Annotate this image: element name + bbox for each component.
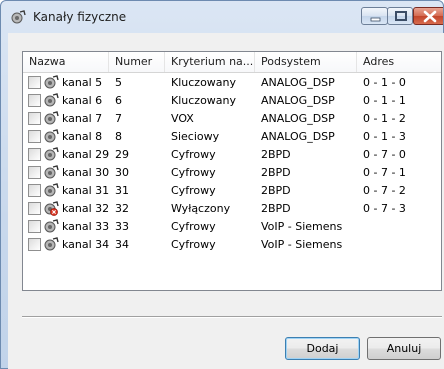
row-checkbox[interactable] [28, 238, 41, 251]
row-checkbox[interactable] [28, 94, 41, 107]
column-header-name[interactable]: Nazwa [23, 52, 109, 72]
cell-subsystem: ANALOG_DSP [261, 76, 335, 89]
maximize-button[interactable] [387, 7, 413, 25]
table-row[interactable]: kanal 34 34 Cyfrowy VoIP - Siemens [23, 236, 441, 253]
row-checkbox[interactable] [28, 166, 41, 179]
cell-number: 33 [115, 220, 129, 233]
cell-criterion: Cyfrowy [171, 148, 216, 161]
table-row[interactable]: kanal 30 30 Cyfrowy 2BPD 0 - 7 - 1 [23, 164, 441, 181]
row-checkbox[interactable] [28, 130, 41, 143]
cell-criterion: Cyfrowy [171, 220, 216, 233]
cell-number: 8 [115, 130, 122, 143]
table-row[interactable]: kanal 32 32 Wyłączony 2BPD 0 - 7 - 3 [23, 200, 441, 217]
channel-icon [44, 237, 59, 252]
cell-number: 6 [115, 94, 122, 107]
cell-subsystem: ANALOG_DSP [261, 130, 335, 143]
row-checkbox[interactable] [28, 76, 41, 89]
app-icon [11, 10, 26, 25]
channel-disabled-icon [44, 201, 59, 216]
cell-number: 34 [115, 238, 129, 251]
cell-number: 7 [115, 112, 122, 125]
cell-name: kanal 30 [62, 166, 109, 179]
cell-criterion: Kluczowany [171, 94, 237, 107]
divider [22, 316, 442, 318]
cell-number: 30 [115, 166, 129, 179]
cancel-button[interactable]: Anuluj [367, 337, 441, 360]
cell-name: kanal 33 [62, 220, 109, 233]
cell-subsystem: VoIP - Siemens [261, 220, 343, 233]
column-header-criterion[interactable]: Kryterium na... [165, 52, 255, 72]
row-checkbox[interactable] [28, 202, 41, 215]
table-row[interactable]: kanal 29 29 Cyfrowy 2BPD 0 - 7 - 0 [23, 146, 441, 163]
cell-subsystem: VoIP - Siemens [261, 238, 343, 251]
column-header-address[interactable]: Adres [357, 52, 443, 72]
window-title: Kanały fizyczne [33, 10, 127, 24]
channel-icon [44, 147, 59, 162]
cell-number: 29 [115, 148, 129, 161]
cell-criterion: VOX [171, 112, 194, 125]
cell-criterion: Cyfrowy [171, 184, 216, 197]
cell-address [363, 236, 443, 253]
cell-address [363, 218, 443, 235]
cell-subsystem: 2BPD [261, 202, 291, 215]
cell-criterion: Cyfrowy [171, 238, 216, 251]
add-button[interactable]: Dodaj [285, 337, 360, 360]
cell-name: kanal 6 [62, 94, 103, 107]
cell-name: kanal 7 [62, 112, 103, 125]
maximize-icon [395, 11, 407, 21]
cell-name: kanal 29 [62, 148, 109, 161]
channel-icon [44, 219, 59, 234]
channel-icon [44, 165, 59, 180]
cell-address: 0 - 7 - 2 [363, 184, 406, 197]
channel-icon [44, 129, 59, 144]
table-row[interactable]: kanal 33 33 Cyfrowy VoIP - Siemens [23, 218, 441, 235]
cell-address: 0 - 1 - 1 [363, 94, 406, 107]
row-checkbox[interactable] [28, 184, 41, 197]
list-header: Nazwa Numer Kryterium na... Podsystem Ad… [23, 52, 441, 73]
table-row[interactable]: kanal 8 8 Sieciowy ANALOG_DSP 0 - 1 - 3 [23, 128, 441, 145]
cell-criterion: Kluczowany [171, 76, 237, 89]
channel-icon [44, 183, 59, 198]
cell-address: 0 - 1 - 0 [363, 76, 406, 89]
cell-name: kanal 31 [62, 184, 109, 197]
table-row[interactable]: kanal 6 6 Kluczowany ANALOG_DSP 0 - 1 - 1 [23, 92, 441, 109]
cell-number: 31 [115, 184, 129, 197]
close-button[interactable] [413, 7, 443, 25]
row-checkbox[interactable] [28, 112, 41, 125]
cell-address: 0 - 7 - 3 [363, 202, 406, 215]
row-checkbox[interactable] [28, 148, 41, 161]
cell-number: 5 [115, 76, 122, 89]
cell-subsystem: 2BPD [261, 166, 291, 179]
cell-name: kanal 32 [62, 202, 109, 215]
title-bar[interactable]: Kanały fizyczne [1, 1, 443, 35]
table-row[interactable]: kanal 31 31 Cyfrowy 2BPD 0 - 7 - 2 [23, 182, 441, 199]
cell-name: kanal 8 [62, 130, 103, 143]
channel-list[interactable]: Nazwa Numer Kryterium na... Podsystem Ad… [22, 51, 442, 291]
minimize-icon [370, 17, 381, 22]
cell-name: kanal 34 [62, 238, 109, 251]
table-row[interactable]: kanal 7 7 VOX ANALOG_DSP 0 - 1 - 2 [23, 110, 441, 127]
channel-icon [44, 75, 59, 90]
cell-address: 0 - 7 - 1 [363, 166, 406, 179]
row-checkbox[interactable] [28, 220, 41, 233]
cell-criterion: Cyfrowy [171, 166, 216, 179]
table-row[interactable]: kanal 5 5 Kluczowany ANALOG_DSP 0 - 1 - 0 [23, 74, 441, 91]
cell-address: 0 - 1 - 3 [363, 130, 406, 143]
cell-name: kanal 5 [62, 76, 103, 89]
column-header-subsystem[interactable]: Podsystem [255, 52, 357, 72]
column-header-number[interactable]: Numer [109, 52, 165, 72]
close-icon [423, 10, 437, 23]
minimize-button[interactable] [361, 7, 388, 25]
cell-address: 0 - 7 - 0 [363, 148, 406, 161]
cell-subsystem: 2BPD [261, 184, 291, 197]
cell-criterion: Wyłączony [171, 202, 231, 215]
cell-criterion: Sieciowy [171, 130, 220, 143]
cell-subsystem: 2BPD [261, 148, 291, 161]
cell-subsystem: ANALOG_DSP [261, 112, 335, 125]
channel-icon [44, 93, 59, 108]
cell-number: 32 [115, 202, 129, 215]
cell-subsystem: ANALOG_DSP [261, 94, 335, 107]
channel-icon [44, 111, 59, 126]
cell-address: 0 - 1 - 2 [363, 112, 406, 125]
